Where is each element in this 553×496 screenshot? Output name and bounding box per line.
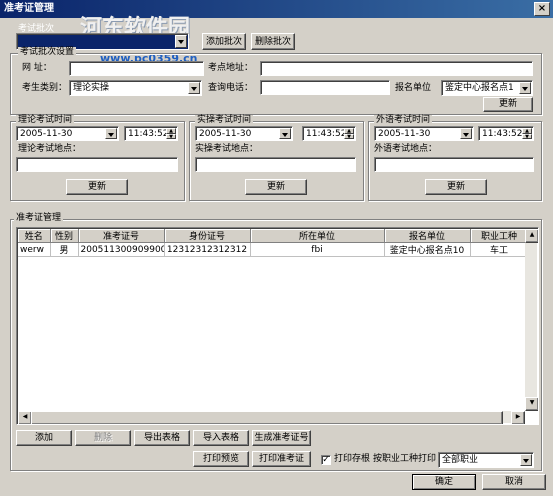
theory-time: 11:43:52 (128, 129, 169, 139)
ok-button[interactable]: 确定 (412, 474, 476, 490)
chevron-down-icon[interactable] (519, 82, 531, 94)
job-select-value: 全部职业 (442, 455, 479, 465)
delete-batch-button[interactable]: 删除批次 (251, 33, 295, 50)
table-header-row: 姓名 性别 准考证号 身份证号 所在单位 报名单位 职业工种 (18, 229, 529, 243)
spin-buttons[interactable]: ▲ ▼ (344, 128, 354, 139)
chevron-down-icon[interactable] (520, 454, 532, 466)
site-address-label: 考点地址： (208, 63, 254, 73)
address-input[interactable] (69, 61, 204, 76)
window-title: 准考证管理 (4, 3, 54, 14)
table-cell: 200511300909900000 (78, 242, 165, 257)
admission-table: 姓名 性别 准考证号 身份证号 所在单位 报名单位 职业工种 werw 男 2005113009… (18, 229, 529, 257)
reg-unit-label: 报名单位 (395, 83, 432, 93)
spin-down-icon[interactable]: ▼ (522, 133, 532, 139)
export-table-button[interactable]: 导出表格 (134, 430, 190, 446)
spin-down-icon[interactable]: ▼ (344, 133, 354, 139)
language-update-button[interactable]: 更新 (425, 179, 487, 195)
admission-table-view[interactable]: 姓名 性别 准考证号 身份证号 所在单位 报名单位 职业工种 werw 男 2005113009… (16, 227, 539, 425)
close-icon: × (537, 3, 547, 14)
cancel-button[interactable]: 取消 (482, 474, 546, 490)
table-cell: 鉴定中心报名点10 (384, 242, 471, 257)
practical-exam-title: 实操考试时间 (195, 115, 254, 126)
language-time-picker[interactable]: 11:43:52 ▲ ▼ (478, 126, 534, 141)
theory-date: 2005-11-30 (20, 129, 73, 139)
chevron-down-icon[interactable] (460, 128, 472, 139)
phone-label: 查询电话： (208, 83, 254, 93)
column-header[interactable]: 性别 (50, 229, 79, 243)
column-header[interactable]: 姓名 (18, 229, 51, 243)
column-header[interactable]: 身份证号 (164, 229, 251, 243)
print-archive-label: 打印存根 (334, 454, 371, 464)
practical-date: 2005-11-30 (199, 129, 252, 139)
chevron-down-icon[interactable] (188, 82, 200, 94)
practical-location-label: 实操考试地点： (195, 144, 259, 154)
add-batch-button[interactable]: 添加批次 (202, 33, 246, 50)
practical-update-button[interactable]: 更新 (245, 179, 307, 195)
table-cell: werw (18, 242, 51, 257)
theory-time-picker[interactable]: 11:43:52 ▲ ▼ (124, 126, 178, 141)
language-location-label: 外语考试地点： (374, 144, 438, 154)
candidate-type-value: 理论实操 (73, 83, 110, 93)
language-exam-title: 外语考试时间 (374, 115, 433, 126)
practical-date-picker[interactable]: 2005-11-30 (195, 126, 293, 141)
language-time: 11:43:52 (482, 129, 523, 139)
site-address-input[interactable] (260, 61, 533, 76)
theory-location-label: 理论考试地点： (18, 144, 82, 154)
vertical-scrollbar[interactable]: ▲ ▼ (525, 229, 538, 411)
spin-buttons[interactable]: ▲ ▼ (522, 128, 532, 139)
print-archive-checkbox[interactable]: ✓ (321, 455, 331, 465)
column-header[interactable]: 报名单位 (384, 229, 471, 243)
language-date: 2005-11-30 (378, 129, 431, 139)
scroll-up-icon[interactable]: ▲ (525, 229, 538, 243)
theory-date-picker[interactable]: 2005-11-30 (16, 126, 119, 141)
reg-unit-value: 鉴定中心报名点1 (445, 83, 514, 93)
table-cell: 男 (50, 242, 79, 257)
admission-group-label: 准考证管理 (14, 213, 64, 224)
table-body: werw男20051130090990000012312312312312fbi… (18, 242, 529, 257)
spin-buttons[interactable]: ▲ ▼ (166, 128, 176, 139)
delete-button[interactable]: 删除 (75, 430, 131, 446)
column-header[interactable]: 职业工种 (470, 229, 529, 243)
practical-location-input[interactable] (195, 157, 356, 172)
chevron-down-icon[interactable] (175, 35, 187, 48)
add-button[interactable]: 添加 (16, 430, 72, 446)
table-cell: 12312312312312 (164, 242, 251, 257)
close-button[interactable]: × (534, 2, 550, 16)
column-header[interactable]: 准考证号 (78, 229, 165, 243)
table-cell: fbi (250, 242, 385, 257)
scroll-thumb[interactable] (31, 411, 503, 424)
print-preview-button[interactable]: 打印预览 (193, 451, 249, 467)
theory-location-input[interactable] (16, 157, 178, 172)
practical-time: 11:43:52 (306, 129, 347, 139)
scroll-right-icon[interactable]: ▶ (511, 411, 525, 424)
candidate-type-select[interactable]: 理论实操 (69, 80, 202, 96)
chevron-down-icon[interactable] (279, 128, 291, 139)
phone-input[interactable] (260, 80, 390, 95)
practical-time-picker[interactable]: 11:43:52 ▲ ▼ (302, 126, 356, 141)
column-header[interactable]: 所在单位 (250, 229, 385, 243)
language-location-input[interactable] (374, 157, 534, 172)
horizontal-scrollbar[interactable]: ◀ ▶ (18, 411, 525, 424)
settings-update-button[interactable]: 更新 (483, 97, 533, 112)
print-admission-button[interactable]: 打印准考证 (252, 451, 311, 467)
theory-update-button[interactable]: 更新 (66, 179, 128, 195)
language-date-picker[interactable]: 2005-11-30 (374, 126, 474, 141)
generate-number-button[interactable]: 生成准考证号 (252, 430, 311, 446)
batch-settings-label: 考试批次设置 (18, 47, 77, 58)
theory-exam-title: 理论考试时间 (16, 115, 75, 126)
scroll-down-icon[interactable]: ▼ (525, 397, 538, 411)
job-select[interactable]: 全部职业 (438, 452, 534, 468)
spin-down-icon[interactable]: ▼ (166, 133, 176, 139)
reg-unit-select[interactable]: 鉴定中心报名点1 (441, 80, 533, 96)
scroll-left-icon[interactable]: ◀ (18, 411, 32, 424)
print-by-job-label: 按职业工种打印 (373, 454, 437, 464)
candidate-type-label: 考生类别： (22, 83, 68, 93)
address-label: 网 址： (22, 63, 52, 73)
table-row[interactable]: werw男20051130090990000012312312312312fbi… (18, 242, 529, 257)
chevron-down-icon[interactable] (105, 128, 117, 139)
table-cell: 车工 (470, 242, 529, 257)
import-table-button[interactable]: 导入表格 (193, 430, 249, 446)
